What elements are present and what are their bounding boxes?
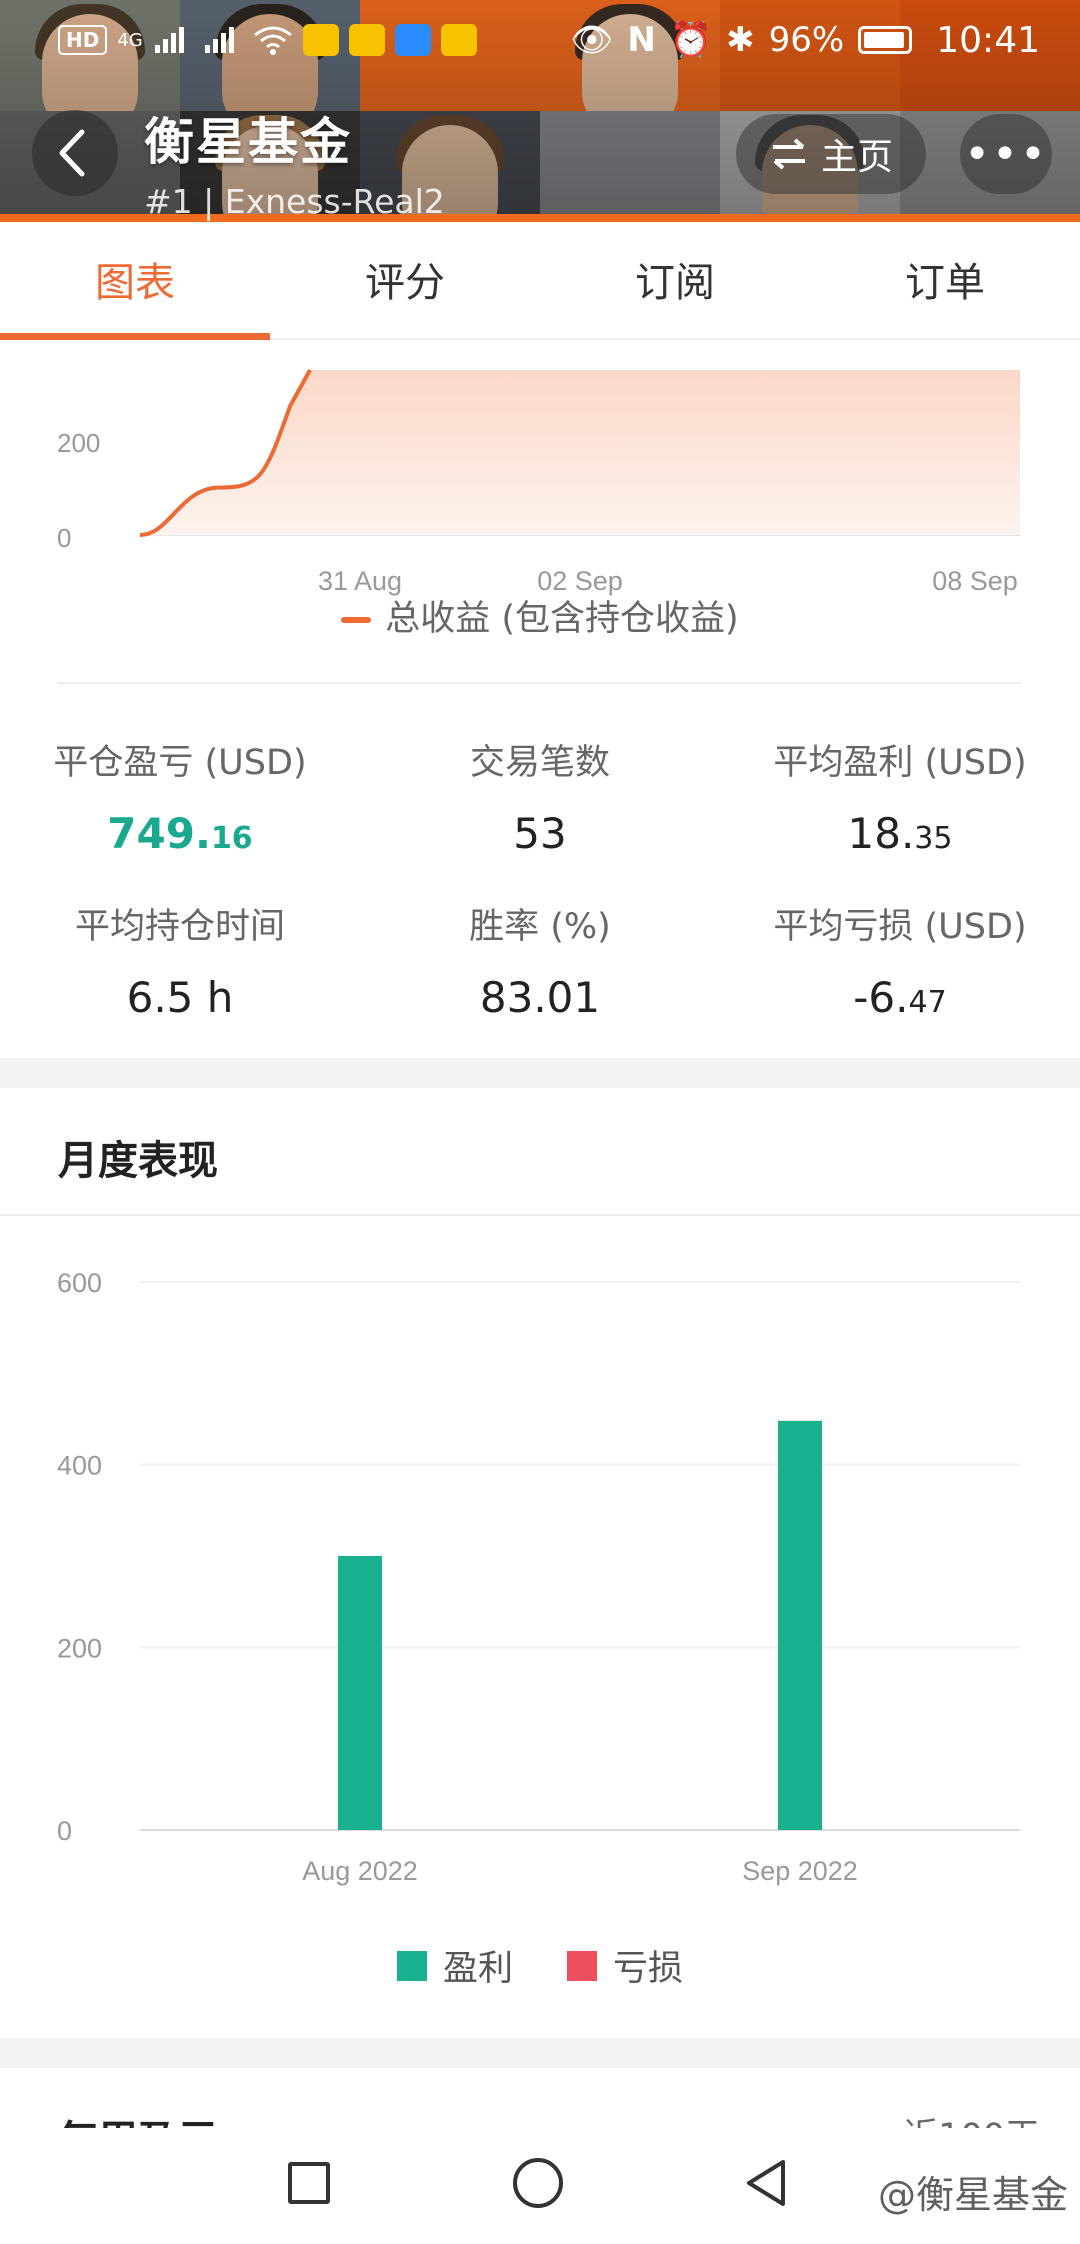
profit-legend-label: 总收益 (包含持仓收益) [385,599,739,639]
monthly-chart-legend: 盈利 亏损 [0,1940,1080,1991]
stat-value: 18.35 [720,809,1080,858]
divider [57,682,1022,684]
legend-swatch [567,1950,597,1981]
stat-value: 53 [360,809,720,858]
stat-label: 平均亏损 (USD) [773,907,1027,947]
app-notification-icon [302,24,339,56]
stat-value: 749.16 [0,809,360,858]
nfc-icon: N [627,20,656,60]
legend-swatch [396,1950,427,1981]
more-button[interactable]: ••• [960,114,1052,194]
stat-value-main: 749. [107,809,211,858]
bar-profit [338,1556,382,1830]
stat-label: 平仓盈亏 (USD) [53,743,307,783]
battery-icon [858,26,913,54]
tab-bar: 图表 评分 订阅 订单 [0,222,1080,340]
stat-trade-count: 交易笔数 53 [360,734,720,858]
recent-apps-button[interactable] [288,2162,330,2204]
stat-label: 平均盈利 (USD) [773,743,1027,783]
stat-value: -6.47 [720,973,1080,1022]
weekly-section-header: 每周盈亏 近100天 [0,2068,1080,2128]
stat-value: 6.5 h [0,973,360,1022]
legend-label: 亏损 [613,1949,684,1989]
eye-icon: 👁 [570,20,614,60]
stat-value-decimals: 35 [914,821,953,856]
title-block: 衡星基金 #1 | Exness-Real2 [144,102,445,221]
y-tick-label: 0 [57,523,71,553]
hd-icon: HD [58,25,108,55]
status-bar: HD 4G 👁 N ⏰ ✱ 96% 10:41 [0,0,1080,80]
stat-win-rate: 胜率 (%) 83.01 [360,898,720,1022]
monthly-bar-chart: 0 200 400 600 Aug 2022 Sep 2022 [57,1268,1020,1886]
wifi-icon [253,26,292,55]
account-subtitle: #1 | Exness-Real2 [144,182,445,221]
stat-avg-profit: 平均盈利 (USD) 18.35 [720,734,1080,858]
stat-avg-hold-time: 平均持仓时间 6.5 h [0,898,360,1022]
profit-chart-legend: 总收益 (包含持仓收益) [0,590,1080,641]
page-title: 衡星基金 [144,113,352,171]
stat-value-decimals: 16 [210,821,253,856]
home-button[interactable]: 主页 [736,114,926,194]
legend-item-profit[interactable]: 盈利 [396,1940,513,1991]
tab-rating[interactable]: 评分 [270,222,540,338]
system-nav-bar: @衡星基金 [0,2128,1080,2244]
stat-label: 胜率 (%) [469,907,611,947]
monthly-section-title: 月度表现 [58,1138,218,1184]
section-separator [0,1058,1080,1088]
back-nav-button[interactable] [743,2158,789,2208]
legend-item-loss[interactable]: 亏损 [567,1940,683,1991]
stat-value: 83.01 [360,973,720,1022]
weekly-section-title: 每周盈亏 [58,2108,218,2128]
y-tick-label: 200 [57,428,100,458]
app-notification-icon [440,24,477,56]
signal-label: 4G [117,29,143,51]
clock-time: 10:41 [936,19,1040,61]
app-screen: HD 4G 👁 N ⏰ ✱ 96% 10:41 衡星基金 #1 | Exness… [0,0,1080,2244]
signal-icon [154,27,184,53]
swap-icon [772,138,805,170]
section-separator [0,2038,1080,2068]
watermark-text: @衡星基金 [877,2173,1068,2217]
y-tick-label: 400 [57,1451,102,1481]
tab-orders[interactable]: 订单 [810,222,1080,338]
home-label: 主页 [820,137,893,178]
stat-avg-loss: 平均亏损 (USD) -6.47 [720,898,1080,1022]
stat-value-main: 6.5 h [126,973,234,1022]
range-selector[interactable]: 近100天 [903,2108,1040,2128]
alarm-icon: ⏰ [669,20,713,60]
stat-value-main: 83.01 [479,973,601,1022]
battery-percent: 96% [768,20,845,60]
tab-subscribe[interactable]: 订阅 [540,222,810,338]
x-tick-label: Sep 2022 [742,1856,858,1886]
y-tick-label: 600 [57,1268,102,1298]
y-tick-label: 200 [57,1633,102,1663]
status-right: 👁 N ⏰ ✱ 96% 10:41 [570,20,1040,61]
stat-value-decimals: 47 [908,985,947,1020]
status-left: HD 4G [58,24,477,56]
search-app-icon [394,24,431,56]
divider [0,1214,1080,1216]
y-tick-label: 0 [57,1816,72,1846]
app-notification-icon [348,24,385,56]
signal-icon-2 [204,27,234,53]
home-nav-button[interactable] [513,2158,563,2208]
more-icon: ••• [964,128,1048,180]
tab-chart[interactable]: 图表 [0,222,270,338]
stat-closed-pnl: 平仓盈亏 (USD) 749.16 [0,734,360,858]
active-tab-indicator [0,333,270,340]
stat-value-main: 53 [513,809,567,858]
stat-label: 平均持仓时间 [74,907,285,947]
chevron-left-icon [59,129,85,177]
bluetooth-icon: ✱ [726,20,755,60]
back-button[interactable] [32,110,118,196]
bar-profit [778,1420,822,1830]
profile-header: HD 4G 👁 N ⏰ ✱ 96% 10:41 衡星基金 #1 | Exness… [0,0,1080,222]
legend-label: 盈利 [442,1949,513,1989]
stat-value-main: 18. [847,809,915,858]
stat-label: 交易笔数 [469,743,610,783]
stat-value-main: -6. [853,973,909,1022]
legend-line-swatch [341,617,372,623]
x-tick-label: Aug 2022 [302,1856,418,1886]
